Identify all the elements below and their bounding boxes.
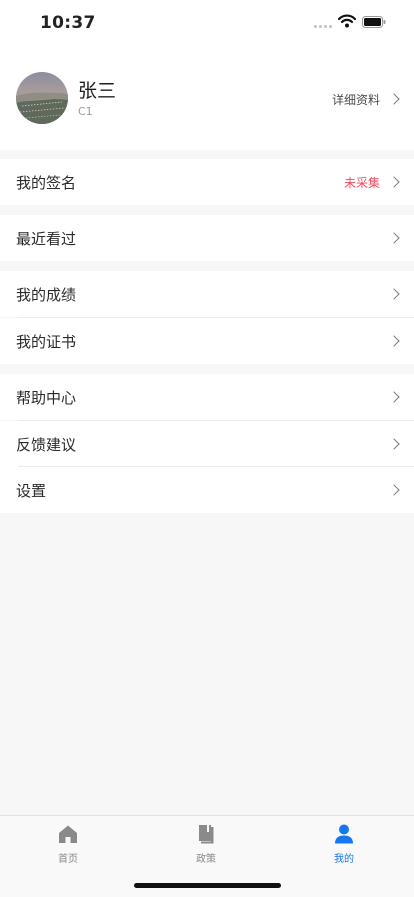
tab-mine[interactable]: 我的 [304,824,384,868]
status-time: 10:37 [40,13,96,33]
menu-item-label: 帮助中心 [16,389,77,407]
tab-label: 政策 [196,854,216,865]
chevron-right-icon [388,176,400,188]
home-indicator [134,883,281,888]
tab-policy[interactable]: 政策 [166,824,246,868]
tab-home[interactable]: 首页 [28,824,108,868]
user-name: 张三 [78,80,117,102]
chevron-right-icon [388,93,400,105]
avatar[interactable] [16,72,68,124]
menu-item-label: 我的签名 [16,174,77,192]
menu-item-recent[interactable]: 最近看过 [0,215,414,261]
menu-item-signature[interactable]: 我的签名 未采集 [0,159,414,205]
avatar-photo [16,92,68,124]
chevron-right-icon [388,484,400,496]
chevron-right-icon [388,232,400,244]
menu-item-settings[interactable]: 设置 [0,467,414,513]
signal-icon [314,22,332,28]
wifi-icon [338,14,356,28]
menu-item-help[interactable]: 帮助中心 [0,374,414,420]
menu-item-label: 我的成绩 [16,286,77,304]
menu-item-grades[interactable]: 我的成绩 [0,271,414,317]
menu-item-label: 最近看过 [16,230,77,248]
chevron-right-icon [388,335,400,347]
menu-item-label: 反馈建议 [16,436,77,454]
chevron-right-icon [388,288,400,300]
user-level: C1 [78,105,93,118]
menu-item-feedback[interactable]: 反馈建议 [0,421,414,467]
tab-label: 首页 [58,854,78,865]
signature-status-text: 未采集 [343,175,380,190]
detail-profile-label: 详细资料 [331,92,380,107]
chevron-right-icon [388,391,400,403]
chevron-right-icon [388,438,400,450]
book-icon [199,825,214,844]
menu-item-label: 我的证书 [16,333,77,351]
profile-header[interactable]: 张三 C1 详细资料 [0,48,414,150]
home-icon [59,825,77,843]
detail-profile-link[interactable]: 详细资料 [331,90,400,108]
menu-item-certificates[interactable]: 我的证书 [0,318,414,364]
status-bar: 10:37 [0,0,414,48]
person-icon [335,824,353,844]
menu-item-label: 设置 [16,482,47,500]
battery-icon [362,16,386,28]
tab-label: 我的 [334,854,354,865]
